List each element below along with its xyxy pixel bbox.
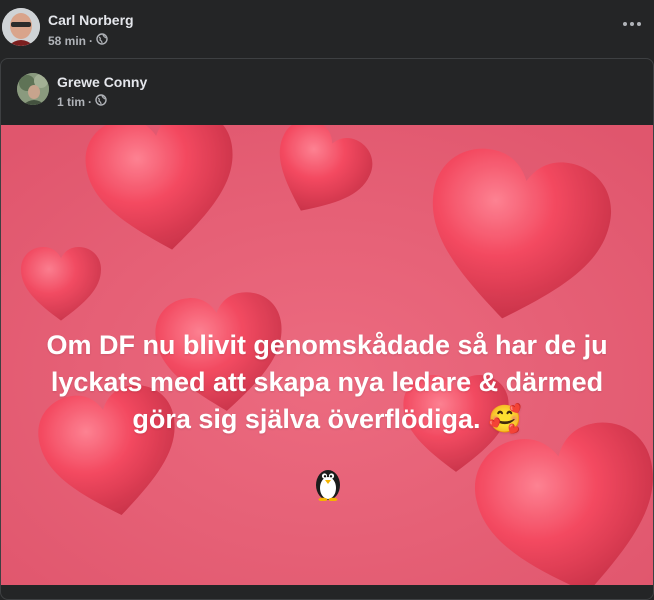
- post-text: Om DF nu blivit genomskådade så har de j…: [46, 330, 608, 434]
- shared-post-time[interactable]: 1 tim: [57, 95, 85, 109]
- more-options-icon[interactable]: [620, 12, 644, 36]
- penguin-icon: [313, 465, 343, 502]
- post-meta: 58 min ·: [48, 33, 108, 48]
- post-background-image[interactable]: Om DF nu blivit genomskådade så har de j…: [1, 125, 653, 585]
- globe-icon[interactable]: [96, 33, 108, 48]
- shared-author-name[interactable]: Grewe Conny: [57, 74, 147, 90]
- meta-separator: ·: [88, 94, 93, 109]
- shared-author-avatar[interactable]: [17, 73, 49, 105]
- post-time[interactable]: 58 min: [48, 34, 86, 48]
- post-header: Carl Norberg 58 min ·: [0, 0, 654, 58]
- shared-post-header: Grewe Conny 1 tim ·: [1, 59, 653, 125]
- shared-post-meta: 1 tim ·: [57, 94, 107, 109]
- author-name[interactable]: Carl Norberg: [48, 12, 134, 28]
- author-avatar[interactable]: [2, 8, 40, 46]
- shared-post-card: Grewe Conny 1 tim · Om DF nu blivit geno…: [0, 58, 654, 600]
- meta-separator: ·: [89, 33, 94, 48]
- globe-icon[interactable]: [95, 94, 107, 109]
